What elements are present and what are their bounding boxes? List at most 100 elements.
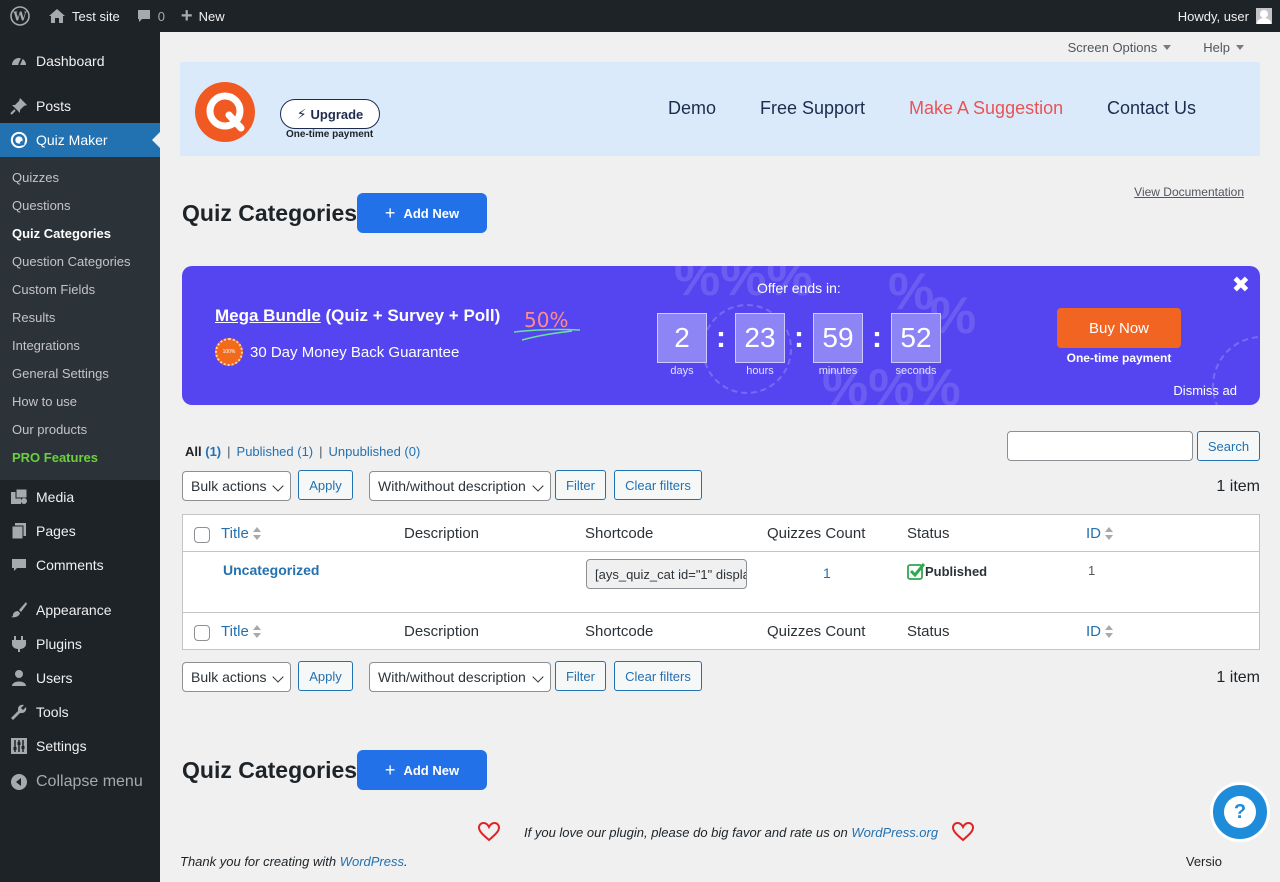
menu-posts[interactable]: Posts	[0, 89, 160, 123]
submenu-quiz-categories[interactable]: Quiz Categories	[0, 220, 160, 248]
mega-bundle-subtitle: (Quiz + Survey + Poll)	[320, 306, 501, 325]
submenu-our-products[interactable]: Our products	[0, 416, 160, 444]
select-all-checkbox[interactable]	[194, 527, 210, 543]
clear-filters-button[interactable]: Clear filters	[614, 470, 702, 500]
view-documentation-link[interactable]: View Documentation	[1134, 185, 1244, 199]
help-button[interactable]: Help	[1187, 40, 1260, 55]
dismiss-ad-link[interactable]: Dismiss ad	[1173, 383, 1237, 398]
countdown-days: 2	[657, 313, 707, 363]
submenu-question-categories[interactable]: Question Categories	[0, 248, 160, 276]
col-id-sort-footer[interactable]: ID	[1086, 623, 1113, 640]
nav-demo[interactable]: Demo	[668, 98, 716, 119]
col-title-label: Title	[221, 525, 249, 542]
caret-down-icon	[1236, 44, 1244, 50]
help-chat-button[interactable]: ?	[1210, 782, 1270, 842]
countdown-days-label: days	[670, 365, 694, 377]
nav-contact-us[interactable]: Contact Us	[1107, 98, 1196, 119]
close-banner-icon[interactable]: ✖	[1232, 272, 1250, 298]
menu-pages[interactable]: Pages	[0, 514, 160, 548]
clear-filters-button-bottom[interactable]: Clear filters	[614, 661, 702, 691]
menu-dashboard[interactable]: Dashboard	[0, 44, 160, 78]
col-id-sort[interactable]: ID	[1086, 525, 1113, 542]
col-quizzes-count: Quizzes Count	[767, 525, 866, 542]
menu-plugins[interactable]: Plugins	[0, 627, 160, 661]
category-title-link[interactable]: Uncategorized	[223, 562, 319, 578]
wordpress-org-link[interactable]: WordPress.org	[851, 825, 938, 840]
comments-count: 0	[157, 8, 165, 24]
menu-settings[interactable]: Settings	[0, 729, 160, 763]
col-shortcode: Shortcode	[585, 525, 654, 542]
col-title-sort-footer[interactable]: Title	[221, 623, 261, 640]
countdown-separator: :	[794, 321, 804, 354]
collapse-menu-button[interactable]: Collapse menu	[0, 765, 160, 799]
upgrade-button[interactable]: ⚡ Upgrade	[280, 99, 380, 129]
filter-button-bottom[interactable]: Filter	[555, 661, 606, 691]
select-all-checkbox-footer[interactable]	[194, 625, 210, 641]
menu-users[interactable]: Users	[0, 661, 160, 695]
submenu-how-to-use[interactable]: How to use	[0, 388, 160, 416]
apply-button-bottom[interactable]: Apply	[298, 661, 353, 691]
account-menu[interactable]: Howdy, user	[1178, 8, 1280, 24]
submenu-general-settings[interactable]: General Settings	[0, 360, 160, 388]
add-new-button-bottom[interactable]: + Add New	[357, 750, 487, 790]
new-content-menu[interactable]: + New	[173, 0, 233, 32]
menu-tools[interactable]: Tools	[0, 695, 160, 729]
menu-appearance[interactable]: Appearance	[0, 593, 160, 627]
description-filter-select[interactable]: With/without description	[369, 471, 551, 501]
nav-make-suggestion[interactable]: Make A Suggestion	[909, 98, 1063, 119]
menu-media[interactable]: Media	[0, 480, 160, 514]
apply-button[interactable]: Apply	[298, 470, 353, 500]
menu-users-label: Users	[36, 670, 73, 686]
submenu-integrations[interactable]: Integrations	[0, 332, 160, 360]
site-name-menu[interactable]: Test site	[40, 0, 128, 32]
quiz-maker-icon	[10, 131, 28, 149]
submenu-results[interactable]: Results	[0, 304, 160, 332]
sort-icon	[1105, 625, 1113, 639]
nav-free-support[interactable]: Free Support	[760, 98, 865, 119]
col-description-footer: Description	[404, 623, 480, 640]
countdown-minutes: 59	[813, 313, 863, 363]
table-row: Uncategorized [ays_quiz_cat id="1" displ…	[183, 552, 1259, 612]
submenu-custom-fields[interactable]: Custom Fields	[0, 276, 160, 304]
filter-published[interactable]: Published (1)	[237, 444, 314, 459]
wordpress-link[interactable]: WordPress	[340, 854, 404, 869]
quizzes-count-link[interactable]: 1	[823, 565, 831, 581]
wordpress-logo-menu[interactable]: W	[0, 0, 40, 32]
separator: |	[319, 444, 323, 459]
bulk-actions-select-bottom[interactable]: Bulk actions	[182, 662, 291, 692]
chevron-down-icon	[272, 480, 284, 492]
shortcode-field[interactable]: [ays_quiz_cat id="1" display="all"]	[586, 559, 747, 589]
wrench-icon	[10, 703, 28, 721]
search-input[interactable]	[1007, 431, 1193, 461]
description-filter-value: With/without description	[378, 478, 526, 494]
bulk-actions-select[interactable]: Bulk actions	[182, 471, 291, 501]
screen-meta-links: Screen Options Help	[1052, 32, 1260, 62]
filter-all[interactable]: All (1)	[185, 444, 221, 459]
col-status-footer: Status	[907, 623, 950, 640]
filter-unpublished[interactable]: Unpublished (0)	[329, 444, 421, 459]
menu-comments[interactable]: Comments	[0, 548, 160, 582]
plugin-header: ⚡ Upgrade One-time payment Demo Free Sup…	[180, 62, 1260, 156]
countdown-minutes-label: minutes	[818, 365, 858, 377]
admin-bar: W Test site 0 + New Howdy, user	[0, 0, 1280, 32]
pin-icon	[10, 97, 28, 115]
mega-bundle-link[interactable]: Mega Bundle	[215, 306, 321, 325]
col-title-sort[interactable]: Title	[221, 525, 261, 542]
submenu-pro-features[interactable]: PRO Features	[0, 444, 160, 472]
menu-media-label: Media	[36, 489, 75, 505]
submenu-questions[interactable]: Questions	[0, 192, 160, 220]
description-filter-select-bottom[interactable]: With/without description	[369, 662, 551, 692]
page-title: Quiz Categories	[182, 200, 358, 226]
add-new-button[interactable]: + Add New	[357, 193, 487, 233]
buy-now-button[interactable]: Buy Now	[1057, 308, 1181, 348]
submenu-quizzes[interactable]: Quizzes	[0, 164, 160, 192]
money-back-guarantee: 100% 30 Day Money Back Guarantee	[215, 338, 459, 366]
countdown-separator: :	[872, 321, 882, 354]
media-icon	[10, 488, 28, 506]
search-button[interactable]: Search	[1197, 431, 1260, 461]
filter-button[interactable]: Filter	[555, 470, 606, 500]
comments-menu[interactable]: 0	[128, 0, 173, 32]
menu-quiz-maker[interactable]: Quiz Maker	[0, 123, 160, 157]
screen-options-button[interactable]: Screen Options	[1052, 40, 1188, 55]
user-icon	[10, 669, 28, 687]
